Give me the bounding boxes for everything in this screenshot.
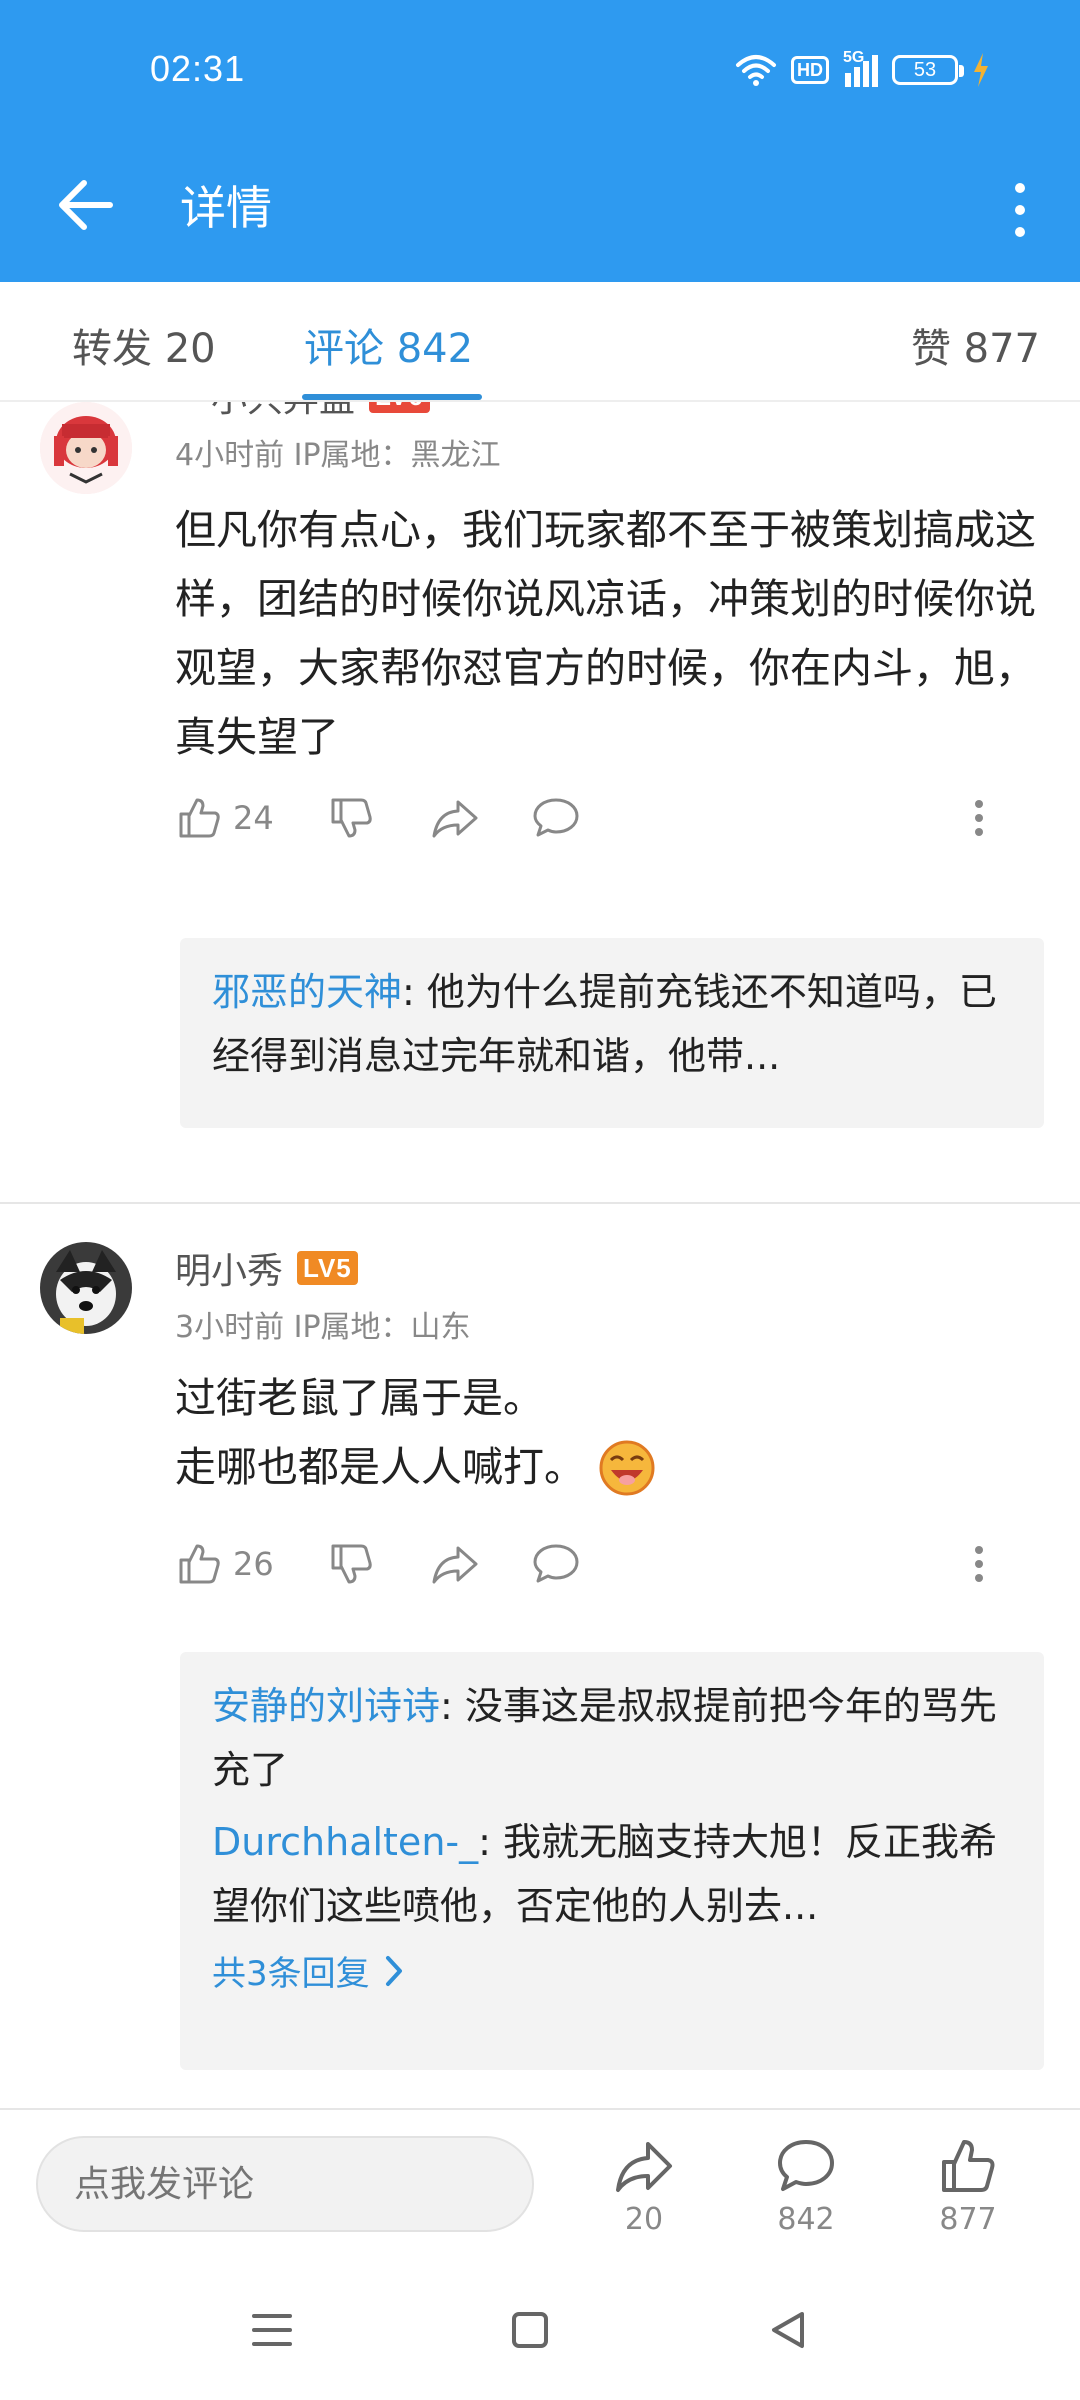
- like-button[interactable]: 26: [175, 1534, 274, 1594]
- comment-text-line-2: 走哪也都是人人喊打。: [175, 1433, 1045, 1502]
- avatar-image: [40, 402, 132, 494]
- thumbs-down-icon: [331, 798, 372, 838]
- reply-username[interactable]: 安静的刘诗诗: [212, 1684, 440, 1728]
- reply-preview-box[interactable]: 安静的刘诗诗: 没事这是叔叔提前把今年的骂先充了 Durchhalten-_: …: [180, 1652, 1044, 2070]
- square-home-icon: [512, 2312, 548, 2348]
- comment-text: 过街老鼠了属于是。 走哪也都是人人喊打。: [175, 1364, 1045, 1502]
- reply-button[interactable]: [531, 1534, 581, 1594]
- dislike-button[interactable]: [327, 788, 375, 848]
- back-button[interactable]: [52, 170, 122, 240]
- comment-divider: [0, 1202, 1080, 1204]
- menu-icon: [252, 2314, 292, 2346]
- comment-username-row: 明小秀 LV5: [175, 1242, 358, 1294]
- like-button[interactable]: 24: [175, 788, 274, 848]
- like-count: 26: [233, 1545, 274, 1583]
- thumbs-up-icon: [179, 1544, 220, 1584]
- more-options-button[interactable]: [990, 170, 1050, 250]
- comment-bubble-icon: [778, 2140, 834, 2191]
- like-count: 24: [233, 799, 274, 837]
- tab-repost[interactable]: 转发 20: [72, 316, 216, 374]
- status-bar: 02:31 HD 5G 53: [0, 0, 1080, 140]
- like-count: 877: [939, 2202, 997, 2237]
- username[interactable]: 明小秀: [175, 1242, 283, 1294]
- share-button[interactable]: [430, 1534, 480, 1594]
- comment-item: 明小秀 LV5 3小时前 IP属地：山东 过街老鼠了属于是。 走哪也都是人人喊打…: [0, 1234, 1080, 2110]
- detail-tabs: 转发 20 评论 842 赞 877: [0, 282, 1080, 402]
- comment-text: 但凡你有点心，我们玩家都不至于被策划搞成这样，团结的时候你说风凉话，冲策划的时候…: [175, 506, 1036, 761]
- share-button[interactable]: [430, 788, 480, 848]
- comment-button[interactable]: 842: [746, 2136, 866, 2237]
- home-nav-button[interactable]: [500, 2300, 560, 2360]
- bottom-action-bar: 20 842 877: [0, 2108, 1080, 2260]
- comment-bubble-icon: [533, 1544, 579, 1583]
- avatar[interactable]: [40, 402, 132, 494]
- comment-text-line: 过街老鼠了属于是。: [175, 1374, 544, 1422]
- active-tab-indicator: [302, 394, 482, 400]
- comment-meta: 3小时前 IP属地：山东: [175, 1310, 471, 1345]
- reply-username[interactable]: 邪恶的天神: [212, 970, 402, 1014]
- view-all-replies-link[interactable]: 共3条回复: [212, 1946, 1012, 1995]
- username[interactable]: 一小只弃盖: [175, 402, 355, 422]
- level-badge: LV6: [369, 402, 430, 413]
- app-header-background: 02:31 HD 5G 53 详情: [0, 0, 1080, 282]
- share-icon: [432, 1546, 478, 1584]
- reply-username[interactable]: Durchhalten-_: [212, 1820, 478, 1864]
- level-badge: LV5: [297, 1251, 358, 1285]
- thumbs-up-icon: [179, 798, 220, 838]
- view-all-replies-label: 共3条回复: [212, 1954, 370, 1994]
- repost-button[interactable]: 20: [584, 2136, 704, 2237]
- thumbs-down-icon: [331, 1544, 372, 1584]
- like-post-button[interactable]: 877: [908, 2136, 1028, 2237]
- comment-item: 一小只弃盖 LV6 4小时前 IP属地：黑龙江 但凡你有点心，我们玩家都不至于被…: [0, 402, 1080, 1182]
- repost-count: 20: [624, 2202, 664, 2237]
- reply-item: 邪恶的天神: 他为什么提前充钱还不知道吗，已经得到消息过完年就和谐，他带...: [212, 960, 1012, 1088]
- share-icon: [616, 2142, 672, 2192]
- triangle-back-icon: [772, 2312, 804, 2348]
- comment-username-row: 一小只弃盖 LV6: [175, 402, 430, 422]
- comment-meta: 4小时前 IP属地：黑龙江: [175, 438, 501, 473]
- laughing-emoji-icon: [599, 1440, 655, 1495]
- menu-nav-button[interactable]: [242, 2300, 302, 2360]
- comment-count: 842: [777, 2202, 835, 2237]
- comment-actions: 24: [175, 788, 1005, 848]
- comment-more-button[interactable]: [969, 788, 989, 848]
- tab-comment[interactable]: 评论 842: [304, 316, 473, 374]
- comment-input[interactable]: [36, 2136, 534, 2232]
- wifi-icon: [736, 55, 776, 86]
- signal-icon: 5G: [843, 49, 878, 87]
- charging-icon: [974, 53, 988, 87]
- avatar-image: [40, 1242, 132, 1334]
- comment-bubble-icon: [533, 798, 579, 837]
- network-type: 5G: [843, 49, 865, 66]
- hd-badge: HD: [791, 56, 829, 84]
- reply-button[interactable]: [531, 788, 581, 848]
- system-nav-bar: [0, 2260, 1080, 2400]
- comment-list[interactable]: 一小只弃盖 LV6 4小时前 IP属地：黑龙江 但凡你有点心，我们玩家都不至于被…: [0, 402, 1080, 2110]
- reply-preview-box[interactable]: 邪恶的天神: 他为什么提前充钱还不知道吗，已经得到消息过完年就和谐，他带...: [180, 938, 1044, 1128]
- more-vertical-icon: [975, 1546, 983, 1582]
- reply-item: Durchhalten-_: 我就无脑支持大旭！反正我希望你们这些喷他，否定他的…: [212, 1810, 1012, 1938]
- back-nav-button[interactable]: [758, 2300, 818, 2360]
- thumbs-up-icon: [942, 2140, 995, 2192]
- status-icons: HD 5G 53: [735, 49, 990, 90]
- share-icon: [432, 800, 478, 838]
- tab-like[interactable]: 赞 877: [911, 316, 1040, 374]
- battery-indicator: 53: [892, 55, 964, 85]
- chevron-right-icon: [385, 1955, 402, 1986]
- dislike-button[interactable]: [327, 1534, 375, 1594]
- avatar[interactable]: [40, 1242, 132, 1334]
- reply-item: 安静的刘诗诗: 没事这是叔叔提前把今年的骂先充了: [212, 1674, 1012, 1802]
- more-vertical-icon: [975, 800, 983, 836]
- more-vertical-icon: [1015, 183, 1025, 237]
- comment-actions: 26: [175, 1534, 1005, 1594]
- comment-text-line: 走哪也都是人人喊打。: [175, 1443, 585, 1491]
- arrow-left-icon: [59, 180, 113, 230]
- page-title: 详情: [180, 181, 272, 235]
- status-time: 02:31: [150, 48, 246, 89]
- title-bar: 详情: [0, 140, 1080, 282]
- comment-more-button[interactable]: [969, 1534, 989, 1594]
